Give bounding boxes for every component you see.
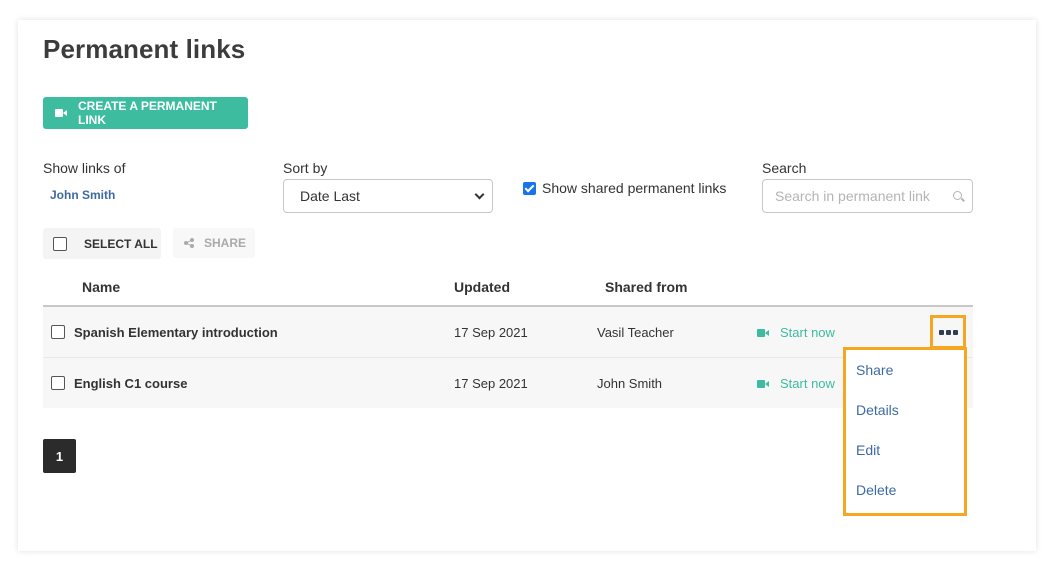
menu-item-details[interactable]: Details [856,402,899,418]
share-icon [184,238,194,248]
video-camera-icon [757,379,769,388]
create-permanent-link-button[interactable]: CREATE A PERMANENT LINK [43,97,248,129]
more-horizontal-icon [938,329,959,335]
menu-item-edit[interactable]: Edit [856,442,880,458]
search-label: Search [762,160,807,176]
start-now-label: Start now [780,325,835,340]
row-checkbox[interactable] [51,325,65,339]
column-header-updated[interactable]: Updated [454,279,510,295]
search-input[interactable] [762,179,973,213]
video-camera-icon [55,109,67,117]
link-name[interactable]: Spanish Elementary introduction [74,325,278,340]
link-shared-from: John Smith [597,376,663,391]
permanent-links-card: Permanent links CREATE A PERMANENT LINK … [18,20,1036,551]
row-actions-menu: Share Details Edit Delete [843,347,967,516]
link-updated: 17 Sep 2021 [454,376,528,391]
select-all-checkbox[interactable] [53,236,67,251]
select-all-label: SELECT ALL [84,236,158,251]
sort-by-value: Date Last [300,188,360,204]
link-name[interactable]: English C1 course [74,376,187,391]
table-header: Name Updated Shared from [43,274,973,307]
row-checkbox[interactable] [51,376,65,390]
column-header-name[interactable]: Name [82,279,120,295]
link-shared-from: Vasil Teacher [597,325,674,340]
start-now-link[interactable]: Start now [757,325,835,340]
link-updated: 17 Sep 2021 [454,325,528,340]
permanent-links-table: Name Updated Shared from Spanish Element… [43,274,973,408]
select-all-button[interactable]: SELECT ALL [43,228,161,259]
more-options-button[interactable] [930,315,966,349]
menu-item-share[interactable]: Share [856,362,893,378]
start-now-label: Start now [780,376,835,391]
table-row: English C1 course 17 Sep 2021 John Smith… [43,358,973,408]
menu-item-delete[interactable]: Delete [856,482,896,498]
show-links-of-label: Show links of [43,160,126,176]
sort-by-select[interactable]: Date Last [283,179,493,213]
sort-by-label: Sort by [283,160,328,176]
show-shared-checkbox[interactable] [523,182,536,195]
table-row: Spanish Elementary introduction 17 Sep 2… [43,307,973,358]
show-links-of-user[interactable]: John Smith [50,188,115,202]
chevron-down-icon [474,189,485,200]
page-title: Permanent links [43,34,246,64]
video-camera-icon [757,328,769,337]
create-permanent-link-label: CREATE A PERMANENT LINK [77,99,217,127]
column-header-shared-from[interactable]: Shared from [605,279,687,295]
pagination-page-1[interactable]: 1 [43,439,76,473]
share-button[interactable]: SHARE [173,228,255,258]
share-label: SHARE [204,236,247,250]
start-now-link[interactable]: Start now [757,376,835,391]
search-icon[interactable] [953,191,962,200]
show-shared-label[interactable]: Show shared permanent links [542,180,726,196]
